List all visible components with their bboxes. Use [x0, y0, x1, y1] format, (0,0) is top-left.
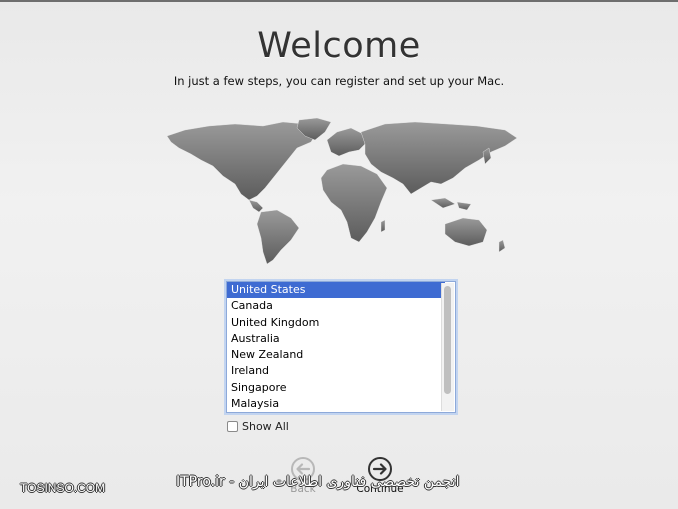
- show-all-checkbox[interactable]: [227, 421, 238, 432]
- scrollbar-thumb[interactable]: [444, 286, 451, 394]
- list-item[interactable]: New Zealand: [227, 347, 445, 363]
- world-map-icon: [166, 118, 518, 265]
- show-all-label: Show All: [242, 420, 289, 433]
- list-item[interactable]: Canada: [227, 298, 445, 314]
- watermark-center: انجمن تخصصی فناوری اطلاعات ایران - ITPro…: [176, 474, 460, 490]
- list-item[interactable]: Malaysia: [227, 396, 445, 412]
- list-item[interactable]: Australia: [227, 331, 445, 347]
- list-item[interactable]: Singapore: [227, 380, 445, 396]
- list-item[interactable]: Ireland: [227, 363, 445, 379]
- page-subtitle: In just a few steps, you can register an…: [173, 74, 505, 88]
- list-scrollbar[interactable]: [441, 283, 454, 411]
- list-item[interactable]: United States: [227, 282, 445, 299]
- page-title: Welcome: [257, 26, 421, 66]
- watermark-left: TOSINSO.COM: [20, 481, 106, 495]
- show-all-option[interactable]: Show All: [227, 420, 289, 433]
- top-border: [0, 0, 678, 2]
- country-list[interactable]: United States Canada United Kingdom Aust…: [226, 281, 456, 413]
- list-item[interactable]: United Kingdom: [227, 315, 445, 331]
